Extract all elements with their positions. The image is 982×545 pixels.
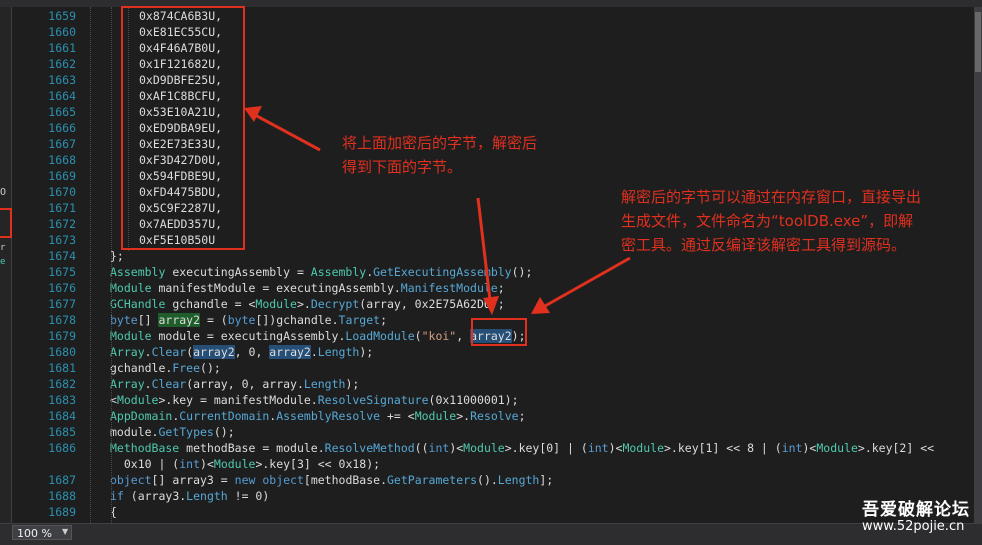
vertical-scrollbar[interactable] [974,7,982,523]
line-number: 1671 [48,201,76,215]
annotation-line: 将上面加密后的字节，解密后 [342,134,538,152]
line-number: 1688 [48,489,76,503]
annotation-line: 密工具。通过反编译该解密工具得到源码。 [621,236,907,254]
line-number: 1682 [48,377,76,391]
left-panel-glyph: O [0,187,7,198]
annotation-decrypt-note: 将上面加密后的字节，解密后 得到下面的字节。 [342,131,537,179]
left-side-panel: O r e [0,7,12,523]
code-line[interactable]: object[] array3 = new object[methodBase.… [110,472,553,488]
line-number: 1659 [48,9,76,23]
array2-highlight-box [471,318,527,346]
code-line[interactable]: byte[] array2 = (byte[])gchandle.Target; [110,312,387,328]
line-number: 1676 [48,281,76,295]
code-line[interactable]: AppDomain.CurrentDomain.AssemblyResolve … [110,408,526,424]
encrypted-bytes-box [121,6,245,250]
left-highlight-box [0,208,12,238]
line-number: 1687 [48,473,76,487]
line-number: 1669 [48,169,76,183]
line-number: 1664 [48,89,76,103]
line-number: 1686 [48,441,76,455]
left-panel-glyph: r [0,243,6,253]
line-number: 1678 [48,313,76,327]
line-number: 1673 [48,233,76,247]
code-line[interactable]: Array.Clear(array2, 0, array2.Length); [110,344,373,360]
code-line[interactable]: <Module>.key = manifestModule.ResolveSig… [110,392,519,408]
line-number: 1680 [48,345,76,359]
code-line[interactable]: gchandle.Free(); [110,360,221,376]
annotation-line: 得到下面的字节。 [342,158,463,176]
code-line[interactable]: if (array3.Length != 0) [110,488,269,504]
line-number: 1684 [48,409,76,423]
scrollbar-thumb[interactable] [975,12,981,72]
left-panel-glyph: e [0,257,6,267]
code-line[interactable]: Assembly executingAssembly = Assembly.Ge… [110,264,532,280]
indent-guide [90,7,91,523]
line-number: 1677 [48,297,76,311]
line-number: 1668 [48,153,76,167]
code-line[interactable]: Array.Clear(array, 0, array.Length); [110,376,359,392]
line-number: 1674 [48,249,76,263]
line-number: 1672 [48,217,76,231]
line-number: 1670 [48,185,76,199]
line-number: 1667 [48,137,76,151]
line-number: 1679 [48,329,76,343]
chevron-down-icon[interactable]: ▼ [62,527,68,536]
line-number: 1681 [48,361,76,375]
code-line[interactable]: module.GetTypes(); [110,424,235,440]
indent-guide [111,7,112,523]
code-line[interactable]: MethodBase methodBase = module.ResolveMe… [110,440,934,456]
line-number-gutter: 1659 1660 1661 1662 1663 1664 1665 1666 1667 1668… [12,7,82,535]
line-number: 1675 [48,265,76,279]
line-number: 1660 [48,25,76,39]
code-line[interactable]: Module module = executingAssembly.LoadMo… [110,328,526,344]
annotation-line: 生成文件，文件命名为“toolDB.exe”，即解 [621,212,914,230]
code-line[interactable]: 0x10 | (int)<Module>.key[3] << 0x18); [110,456,380,472]
line-number: 1685 [48,425,76,439]
line-number [30,456,76,472]
line-number: 1663 [48,73,76,87]
line-number: 1661 [48,41,76,55]
line-number: 1665 [48,105,76,119]
line-number: 1689 [48,505,76,519]
line-number: 1683 [48,393,76,407]
annotation-export-note: 解密后的字节可以通过在内存窗口，直接导出 生成文件，文件命名为“toolDB.e… [621,185,921,257]
watermark-title: 吾爱破解论坛 [862,500,970,520]
status-bar [0,523,982,545]
code-line[interactable]: Module manifestModule = executingAssembl… [110,280,505,296]
line-number: 1666 [48,121,76,135]
code-line[interactable]: GCHandle gchandle = <Module>.Decrypt(arr… [110,296,505,312]
watermark-url: www.52pojie.cn [862,519,965,534]
code-line[interactable]: }; [110,248,124,264]
line-number: 1662 [48,57,76,71]
annotation-line: 解密后的字节可以通过在内存窗口，直接导出 [621,188,922,206]
